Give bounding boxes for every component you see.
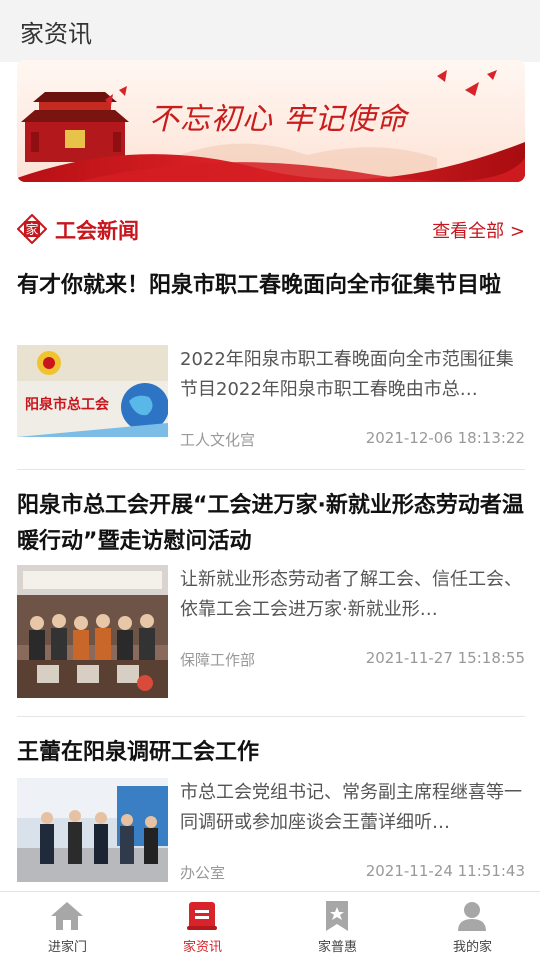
news-item[interactable]: 阳泉市总工会开展“工会进万家·新就业形态劳动者温暖行动”暨走访慰问活动 让新就业… bbox=[17, 488, 525, 703]
section-header: 家 工会新闻 查看全部 > bbox=[17, 206, 525, 250]
news-item[interactable]: 王蕾在阳泉调研工会工作 市总工会党组书记、常务副主席程继喜等一同调研或参加座谈会… bbox=[17, 735, 525, 885]
bottom-tab-bar: 进家门 家资讯 家普惠 我的家 bbox=[0, 891, 540, 960]
news-summary: 2022年阳泉市职工春晚面向全市范围征集节目2022年阳泉市职工春晚由市总… bbox=[180, 349, 514, 400]
news-item[interactable]: 有才你就来！阳泉市职工春晚面向全市征集节目啦 阳泉市总工会 2022年阳泉市职工… bbox=[17, 268, 525, 468]
tab-label: 进家门 bbox=[47, 940, 87, 955]
news-title: 有才你就来！阳泉市职工春晚面向全市征集节目啦 bbox=[17, 273, 502, 298]
section-title: 工会新闻 bbox=[55, 219, 139, 243]
tab-benefits[interactable]: 家普惠 bbox=[270, 892, 405, 960]
news-title: 阳泉市总工会开展“工会进万家·新就业形态劳动者温暖行动”暨走访慰问活动 bbox=[17, 493, 524, 554]
tab-label: 家资讯 bbox=[182, 940, 222, 955]
svg-text:阳泉市总工会: 阳泉市总工会 bbox=[25, 396, 110, 413]
tab-label: 我的家 bbox=[452, 940, 492, 955]
tab-news[interactable]: 家资讯 bbox=[135, 892, 270, 960]
banner-slogan: 不忘初心 牢记使命 bbox=[149, 102, 408, 137]
news-date: 2021-11-27 15:18:55 bbox=[365, 649, 525, 667]
news-thumbnail bbox=[17, 565, 168, 698]
divider bbox=[17, 469, 525, 470]
union-seal-icon: 家 bbox=[17, 214, 47, 244]
tab-profile[interactable]: 我的家 bbox=[405, 892, 540, 960]
banner[interactable]: 不忘初心 牢记使命 bbox=[17, 60, 525, 182]
news-source: 办公室 bbox=[180, 864, 226, 882]
page-title: 家资讯 bbox=[20, 20, 92, 48]
top-header: 家资讯 bbox=[0, 0, 540, 62]
home-icon bbox=[51, 902, 83, 930]
divider bbox=[17, 716, 525, 717]
news-source: 工人文化宫 bbox=[180, 431, 256, 449]
svg-text:家: 家 bbox=[25, 222, 38, 238]
news-summary: 让新就业形态劳动者了解工会、信任工会、依靠工会工会进万家·新就业形… bbox=[180, 569, 522, 620]
news-summary: 市总工会党组书记、常务副主席程继喜等一同调研或参加座谈会王蕾详细听… bbox=[180, 782, 522, 833]
news-thumbnail: 阳泉市总工会 bbox=[17, 345, 168, 437]
person-icon bbox=[458, 902, 486, 931]
see-all-link[interactable]: 查看全部 > bbox=[432, 217, 525, 243]
news-source: 保障工作部 bbox=[180, 651, 256, 669]
tab-label: 家普惠 bbox=[317, 940, 357, 955]
tab-home[interactable]: 进家门 bbox=[0, 892, 135, 960]
bookmark-star-icon bbox=[326, 901, 348, 931]
news-thumbnail bbox=[17, 778, 168, 882]
news-date: 2021-12-06 18:13:22 bbox=[365, 429, 525, 447]
news-title: 王蕾在阳泉调研工会工作 bbox=[17, 740, 260, 765]
news-date: 2021-11-24 11:51:43 bbox=[365, 862, 525, 880]
news-icon bbox=[187, 902, 217, 930]
